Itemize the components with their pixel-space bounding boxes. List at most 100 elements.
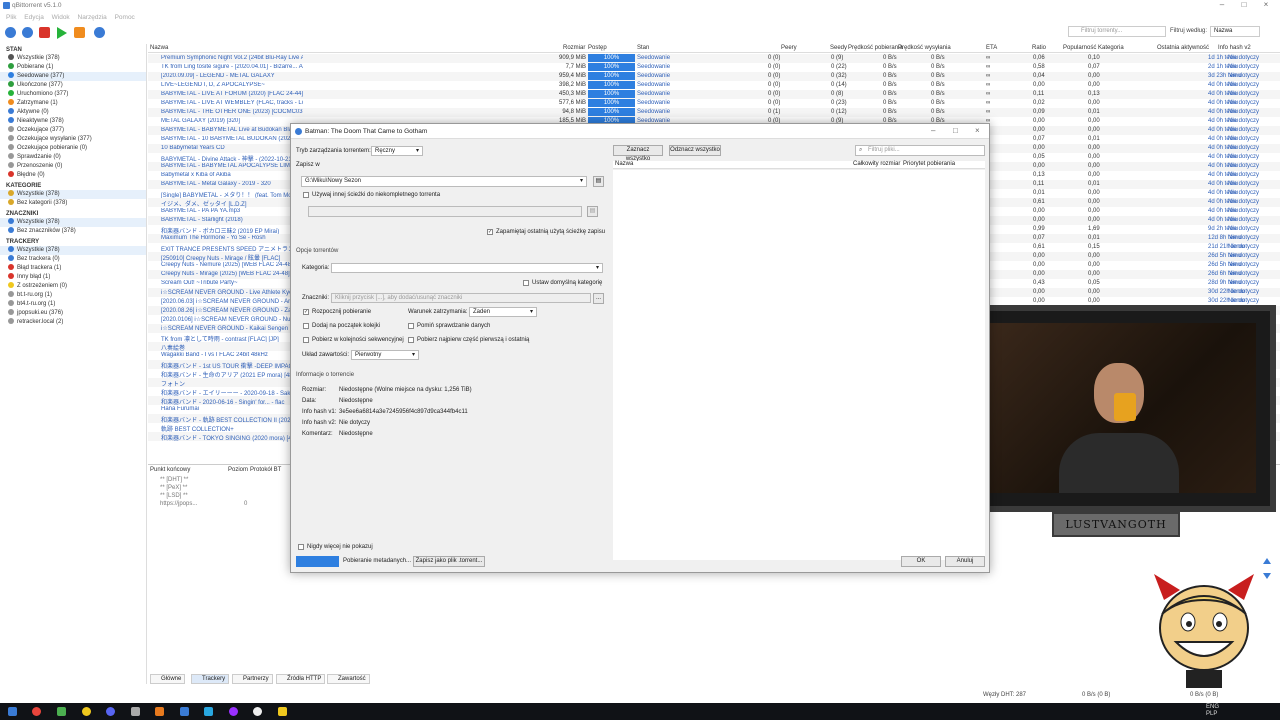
status-filter[interactable]: Przenoszenie (0) — [0, 162, 146, 171]
col-infohash[interactable]: Info hash v2 — [1218, 45, 1251, 51]
default-category-checkbox[interactable] — [523, 280, 529, 286]
tag-filter[interactable]: Bez znaczników (378) — [0, 227, 146, 236]
never-show-checkbox[interactable] — [298, 544, 304, 550]
col-dl-speed[interactable]: Prędkość pobierania — [848, 45, 903, 51]
tracker-filter[interactable]: jpopsuki.eu (376) — [0, 309, 146, 318]
col-last-activity[interactable]: Ostatnia aktywność — [1157, 45, 1209, 51]
mgmt-mode-select[interactable]: Ręczny ▾ — [371, 146, 423, 156]
tracker-filter[interactable]: retracker.local (2) — [0, 318, 146, 327]
sequential-checkbox[interactable] — [303, 337, 309, 343]
menu-tools[interactable]: Narzędzia — [78, 12, 107, 23]
obs-icon[interactable] — [253, 707, 262, 716]
layout-select[interactable]: Pierwotny ▾ — [351, 350, 419, 360]
app-icon[interactable] — [155, 707, 164, 716]
status-filter[interactable]: Seedowane (377) — [0, 72, 146, 81]
gear-icon[interactable] — [94, 27, 105, 38]
tracker-filter[interactable]: Inny błąd (1) — [0, 273, 146, 282]
tab-http-sources[interactable]: Źródła HTTP — [276, 674, 326, 684]
top-queue-checkbox[interactable] — [303, 323, 309, 329]
col-eta[interactable]: ETA — [986, 45, 997, 51]
skip-check-checkbox[interactable] — [408, 323, 414, 329]
status-filter[interactable]: Zatrzymane (1) — [0, 99, 146, 108]
tab-peers[interactable]: Partnerzy — [232, 674, 273, 684]
tags-input[interactable]: Kliknij przycisk [...], aby dodać/usunąć… — [331, 293, 591, 303]
menu-view[interactable]: Widok — [52, 12, 70, 23]
tracker-filter[interactable]: Wszystkie (378) — [0, 246, 146, 255]
status-filter[interactable]: Oczekujące pobieranie (0) — [0, 144, 146, 153]
status-filter[interactable]: Pobierane (1) — [0, 63, 146, 72]
minimize-icon[interactable]: – — [1211, 0, 1233, 9]
col-peers[interactable]: Peery — [781, 45, 797, 51]
file-col-priority[interactable]: Priorytet pobierania — [903, 161, 955, 167]
table-row[interactable]: BABYMETAL - LIVE AT WEMBLEY (FLAC, track… — [148, 99, 1280, 108]
add-torrent-icon[interactable] — [22, 27, 33, 38]
menu-file[interactable]: Plik — [6, 12, 16, 23]
app-icon[interactable] — [229, 707, 238, 716]
remember-path-checkbox[interactable]: ✓ — [487, 229, 493, 235]
language-indicator[interactable]: ENG PLP — [1206, 704, 1219, 718]
start-download-checkbox[interactable]: ✓ — [303, 309, 309, 315]
save-path-input[interactable]: G:\Miku\Nowy Sezon ▾ — [301, 176, 587, 187]
close-icon[interactable]: × — [1255, 0, 1277, 9]
table-row[interactable]: BABYMETAL - LIVE AT FORUM (2020) [FLAC 2… — [148, 90, 1280, 99]
cancel-button[interactable]: Anuluj — [945, 556, 985, 567]
col-size[interactable]: Rozmiar — [563, 45, 585, 51]
col-status[interactable]: Stan — [637, 45, 649, 51]
status-filter[interactable]: Uruchomiono (377) — [0, 90, 146, 99]
status-filter[interactable]: Oczekujące (377) — [0, 126, 146, 135]
status-filter[interactable]: Nieaktywne (378) — [0, 117, 146, 126]
add-link-icon[interactable] — [5, 27, 16, 38]
discord-icon[interactable] — [106, 707, 115, 716]
select-all-button[interactable]: Zaznacz wszystko — [613, 145, 663, 162]
table-row[interactable]: LIVE~LEGEND I, D, Z APOCALYPSE~ 398,2 MiB… — [148, 81, 1280, 90]
tracker-filter[interactable]: Bez trackera (0) — [0, 255, 146, 264]
incomplete-path-input[interactable] — [308, 206, 582, 217]
menu-help[interactable]: Pomoc — [115, 12, 135, 23]
table-row[interactable]: Premium Symphonic Night Vol.2 (24bit Blu… — [148, 54, 1280, 63]
menu-edit[interactable]: Edycja — [24, 12, 44, 23]
ok-button[interactable]: OK — [901, 556, 941, 567]
browse-folder-button[interactable]: ▤ — [593, 176, 604, 187]
file-filter-input[interactable]: ⌕ Filtruj pliki... — [855, 145, 985, 156]
status-filter[interactable]: Błędne (0) — [0, 171, 146, 180]
save-torrent-button[interactable]: Zapisz jako plik .torrent... — [413, 556, 485, 567]
start-icon[interactable] — [57, 27, 67, 39]
status-filter[interactable]: Ukończone (377) — [0, 81, 146, 90]
tab-content[interactable]: Zawartość — [327, 674, 370, 684]
maximize-icon[interactable]: □ — [1233, 0, 1255, 9]
category-filter[interactable]: Wszystkie (378) — [0, 190, 146, 199]
file-col-name[interactable]: Nazwa — [615, 161, 633, 167]
category-select[interactable]: ▾ — [331, 263, 603, 273]
status-filter[interactable]: Aktywne (0) — [0, 108, 146, 117]
dialog-close-icon[interactable]: × — [975, 126, 980, 135]
folder-icon[interactable] — [278, 707, 287, 716]
tracker-filter[interactable]: bt.t-ru.org (1) — [0, 291, 146, 300]
chrome-icon[interactable] — [32, 707, 41, 716]
tag-filter[interactable]: Wszystkie (378) — [0, 218, 146, 227]
col-category[interactable]: Kategoria — [1098, 45, 1124, 51]
tracker-filter[interactable]: Z ostrzeżeniem (0) — [0, 282, 146, 291]
status-filter[interactable]: Sprawdzanie (0) — [0, 153, 146, 162]
tracker-filter[interactable]: bt4.t-ru.org (1) — [0, 300, 146, 309]
first-last-checkbox[interactable] — [408, 337, 414, 343]
delete-icon[interactable] — [39, 27, 50, 38]
tags-edit-button[interactable]: ... — [593, 293, 604, 304]
dialog-maximize-icon[interactable]: □ — [953, 126, 958, 135]
col-ratio[interactable]: Ratio — [1032, 45, 1046, 51]
table-row[interactable]: TK from Ling tosite sigure - [2020.04.01… — [148, 63, 1280, 72]
scroll-arrows-icon[interactable] — [1262, 556, 1272, 581]
browse-incomplete-button[interactable]: ▤ — [587, 206, 598, 217]
other-path-checkbox[interactable] — [303, 192, 309, 198]
filter-select[interactable]: Nazwa — [1210, 26, 1260, 37]
stop-icon[interactable] — [74, 27, 85, 38]
table-row[interactable]: [2020.09.09] - LEGEND - METAL GALAXY 959,… — [148, 72, 1280, 81]
qbittorrent-icon[interactable] — [180, 707, 189, 716]
tab-trackers[interactable]: Trackery — [191, 674, 230, 684]
search-input[interactable]: Filtruj torrenty... — [1068, 26, 1166, 37]
table-row[interactable]: BABYMETAL - THE OTHER ONE (2023) [COCMC0… — [148, 108, 1280, 117]
dialog-minimize-icon[interactable]: – — [931, 126, 935, 135]
col-popularity[interactable]: Popularność — [1063, 45, 1096, 51]
status-filter[interactable]: Oczekujące wysyłanie (377) — [0, 135, 146, 144]
file-col-size[interactable]: Całkowity rozmiar — [853, 161, 900, 167]
app-icon[interactable] — [131, 707, 140, 716]
